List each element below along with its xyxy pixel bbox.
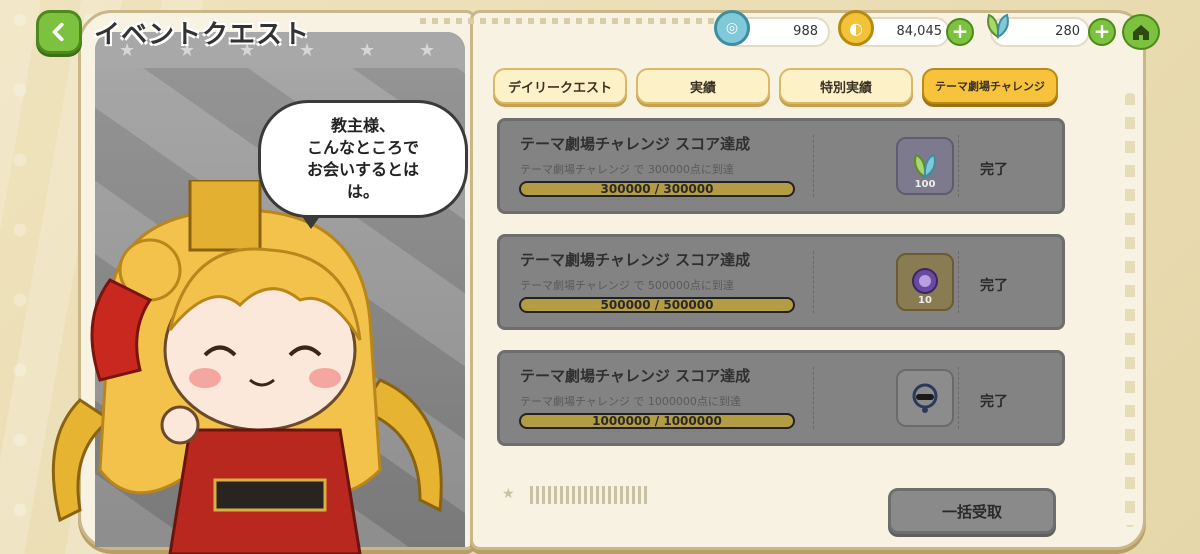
star-icon: ★ — [419, 40, 436, 61]
divider — [813, 135, 814, 197]
tab-daily-quest[interactable]: デイリークエスト — [493, 68, 627, 104]
divider — [958, 251, 959, 313]
quest-status: 完了 — [980, 394, 1008, 410]
page-title: イベントクエスト — [94, 20, 311, 50]
quest-progress-bar: 1000000 / 1000000 — [519, 413, 795, 429]
reward-item[interactable]: 100 — [896, 137, 954, 195]
tab-theme-theater-challenge[interactable]: テーマ劇場チャレンジ — [922, 68, 1058, 104]
home-icon — [1133, 25, 1149, 40]
divider — [958, 135, 959, 197]
quest-status: 完了 — [980, 278, 1008, 294]
divider — [813, 251, 814, 313]
progress-text: 500000 / 500000 — [600, 298, 714, 312]
speech-line: 教主様、 — [330, 116, 395, 135]
speech-bubble: 教主様、 こんなところで お会いするとは は。 — [258, 100, 468, 229]
claim-all-button[interactable]: 一括受取 — [888, 488, 1056, 534]
accessory-icon — [912, 383, 938, 413]
quest-title: テーマ劇場チャレンジ スコア達成 — [520, 135, 751, 153]
quest-title: テーマ劇場チャレンジ スコア達成 — [520, 367, 751, 385]
quest-title: テーマ劇場チャレンジ スコア達成 — [520, 251, 751, 269]
chevron-left-icon — [52, 22, 64, 42]
quest-description: テーマ劇場チャレンジ で 300000点に到達 — [520, 163, 734, 176]
progress-text: 300000 / 300000 — [600, 182, 714, 196]
tab-special-achievements[interactable]: 特別実績 — [779, 68, 913, 104]
reward-item[interactable]: 10 — [896, 253, 954, 311]
leaf-icon — [980, 8, 1016, 44]
decorative-dots — [420, 18, 720, 24]
medal-icon: ◎ — [714, 10, 750, 46]
reward-count: 10 — [918, 295, 932, 306]
back-button[interactable] — [36, 10, 82, 54]
star-icon: ★ — [502, 486, 515, 502]
currency-coin-value: 84,045 — [896, 24, 943, 39]
quest-card: テーマ劇場チャレンジ スコア達成 テーマ劇場チャレンジ で 300000点に到達… — [497, 118, 1065, 214]
speech-line: は。 — [346, 182, 379, 201]
quest-card: テーマ劇場チャレンジ スコア達成 テーマ劇場チャレンジ で 500000点に到達… — [497, 234, 1065, 330]
quest-description: テーマ劇場チャレンジ で 1000000点に到達 — [520, 395, 741, 408]
leaf-icon — [914, 153, 936, 179]
medal-icon — [912, 268, 938, 294]
tab-achievements[interactable]: 実績 — [636, 68, 770, 104]
home-button[interactable] — [1122, 14, 1160, 50]
coin-icon: ◐ — [838, 10, 874, 46]
quest-description: テーマ劇場チャレンジ で 500000点に到達 — [520, 279, 734, 292]
speech-line: こんなところで — [306, 138, 419, 157]
quest-status: 完了 — [980, 162, 1008, 178]
decorative-barcode — [530, 486, 650, 504]
add-leaf-button[interactable]: + — [1088, 18, 1116, 46]
divider — [958, 367, 959, 429]
add-coin-button[interactable]: + — [946, 18, 974, 46]
divider — [813, 367, 814, 429]
reward-item[interactable] — [896, 369, 954, 427]
speech-line: お会いするとは — [306, 160, 419, 179]
currency-medal-value: 988 — [793, 24, 818, 39]
quest-card: テーマ劇場チャレンジ スコア達成 テーマ劇場チャレンジ で 1000000点に到… — [497, 350, 1065, 446]
character-illustration — [51, 180, 443, 554]
currency-leaf-value: 280 — [1055, 24, 1080, 39]
progress-text: 1000000 / 1000000 — [592, 414, 722, 428]
star-icon: ★ — [359, 40, 376, 61]
quest-progress-bar: 300000 / 300000 — [519, 181, 795, 197]
reward-count: 100 — [914, 179, 936, 190]
quest-progress-bar: 500000 / 500000 — [519, 297, 795, 313]
